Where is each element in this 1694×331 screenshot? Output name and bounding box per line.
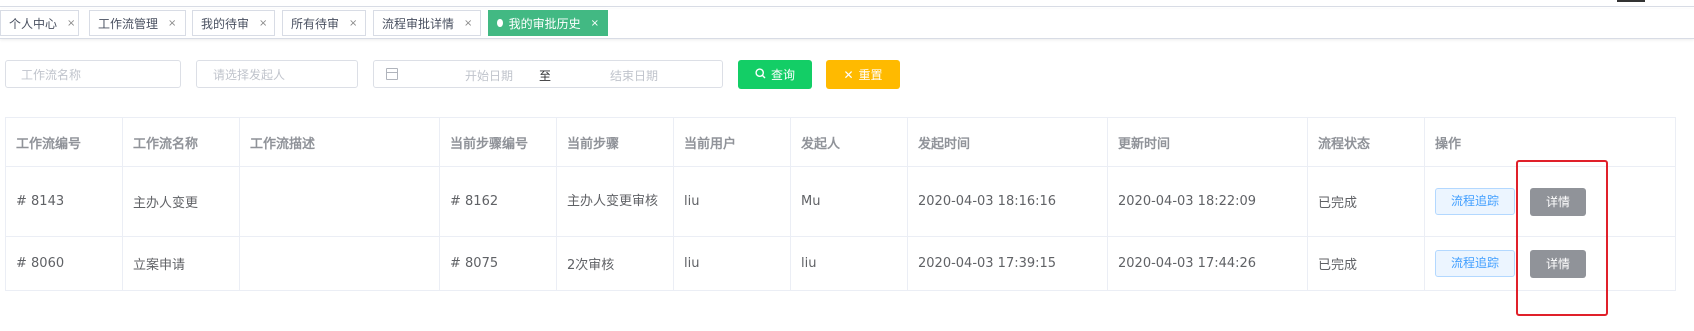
start-time-cell: 2020-04-03 17:39:15 [907, 236, 1108, 291]
query-label: 查询 [770, 68, 795, 82]
tag-personal-center[interactable]: 个人中心 × [0, 10, 79, 36]
close-icon[interactable]: × [464, 18, 472, 29]
close-icon[interactable]: × [168, 18, 176, 29]
highlight-annotation-box [1516, 160, 1608, 316]
calendar-icon [386, 68, 398, 80]
step-id-cell: # 8162 [439, 166, 557, 237]
tag-label: 我的待审 [201, 16, 250, 31]
header-cell: 更新时间 [1107, 117, 1308, 167]
tag-all-pending[interactable]: 所有待审 × [282, 10, 366, 36]
current-user-cell: liu [673, 236, 791, 291]
trace-button[interactable]: 流程追踪 [1435, 250, 1515, 277]
initiator-cell: liu [790, 236, 908, 291]
update-time-cell: 2020-04-03 17:44:26 [1107, 236, 1308, 291]
corner-mark [1617, 0, 1645, 2]
tag-workflow-management[interactable]: 工作流管理 × [89, 10, 186, 36]
workflow-id-cell: # 8060 [5, 236, 123, 291]
top-divider [0, 6, 1694, 7]
header-cell: 发起时间 [907, 117, 1108, 167]
step-cell: 2次审核 [556, 236, 674, 291]
table-row: # 8060 立案申请 # 8075 2次审核 liu liu 2020-04-… [5, 236, 1676, 291]
search-icon [755, 67, 766, 82]
end-date-input[interactable]: 结束日期 [589, 67, 679, 84]
trace-button[interactable]: 流程追踪 [1435, 188, 1515, 215]
tag-approval-detail[interactable]: 流程审批详情 × [373, 10, 481, 36]
range-separator: 至 [539, 69, 552, 83]
close-icon[interactable]: × [67, 18, 75, 29]
current-user-cell: liu [673, 166, 791, 237]
status-cell: 已完成 [1307, 236, 1425, 291]
workflow-name-placeholder: 工作流名称 [21, 67, 82, 82]
workflow-desc-cell [239, 236, 440, 291]
step-cell: 主办人变更审核 [556, 166, 674, 237]
tag-label: 流程审批详情 [382, 16, 455, 31]
header-cell: 当前用户 [673, 117, 791, 167]
header-cell: 当前步骤 [556, 117, 674, 167]
workflow-desc-cell [239, 166, 440, 237]
start-time-cell: 2020-04-03 18:16:16 [907, 166, 1108, 237]
step-id-cell: # 8075 [439, 236, 557, 291]
workflow-name-input[interactable]: 工作流名称 [5, 60, 181, 88]
tag-label: 个人中心 [9, 16, 58, 31]
header-cell: 工作流编号 [5, 117, 123, 167]
initiator-placeholder: 请选择发起人 [213, 67, 286, 82]
header-cell: 发起人 [790, 117, 908, 167]
reset-button[interactable]: ✕ 重置 [826, 60, 900, 89]
header-cell: 当前步骤编号 [439, 117, 557, 167]
tags-view-bar: 个人中心 × 工作流管理 × 我的待审 × 所有待审 × 流程审批详情 × 我的… [0, 9, 1694, 39]
tag-label: 工作流管理 [98, 16, 159, 31]
date-range-picker[interactable]: 开始日期 至 结束日期 [373, 60, 723, 88]
workflow-id-cell: # 8143 [5, 166, 123, 237]
tag-label: 所有待审 [291, 16, 340, 31]
active-dot-icon [497, 19, 503, 27]
header-cell: 工作流名称 [122, 117, 240, 167]
tag-my-pending[interactable]: 我的待审 × [192, 10, 275, 36]
header-cell: 工作流描述 [239, 117, 440, 167]
tag-my-approval-history[interactable]: 我的审批历史 × [488, 10, 608, 36]
update-time-cell: 2020-04-03 18:22:09 [1107, 166, 1308, 237]
tag-label: 我的审批历史 [508, 16, 581, 31]
initiator-select[interactable]: 请选择发起人 [196, 60, 358, 88]
initiator-cell: Mu [790, 166, 908, 237]
workflow-name-cell: 立案申请 [122, 236, 240, 291]
header-cell: 流程状态 [1307, 117, 1425, 167]
approval-history-table: 工作流编号 工作流名称 工作流描述 当前步骤编号 当前步骤 当前用户 发起人 发… [5, 117, 1676, 291]
table-header-row: 工作流编号 工作流名称 工作流描述 当前步骤编号 当前步骤 当前用户 发起人 发… [5, 117, 1676, 167]
close-icon: ✕ [843, 67, 854, 82]
step-text: 主办人变更审核 [567, 194, 659, 209]
query-button[interactable]: 查询 [738, 60, 812, 89]
close-icon[interactable]: × [259, 18, 267, 29]
workflow-name-cell: 主办人变更 [122, 166, 240, 237]
close-icon[interactable]: × [591, 18, 599, 29]
close-icon[interactable]: × [349, 18, 357, 29]
table-row: # 8143 主办人变更 # 8162 主办人变更审核 liu Mu 2020-… [5, 166, 1676, 237]
reset-label: 重置 [858, 68, 883, 82]
start-date-input[interactable]: 开始日期 [444, 67, 534, 84]
status-cell: 已完成 [1307, 166, 1425, 237]
